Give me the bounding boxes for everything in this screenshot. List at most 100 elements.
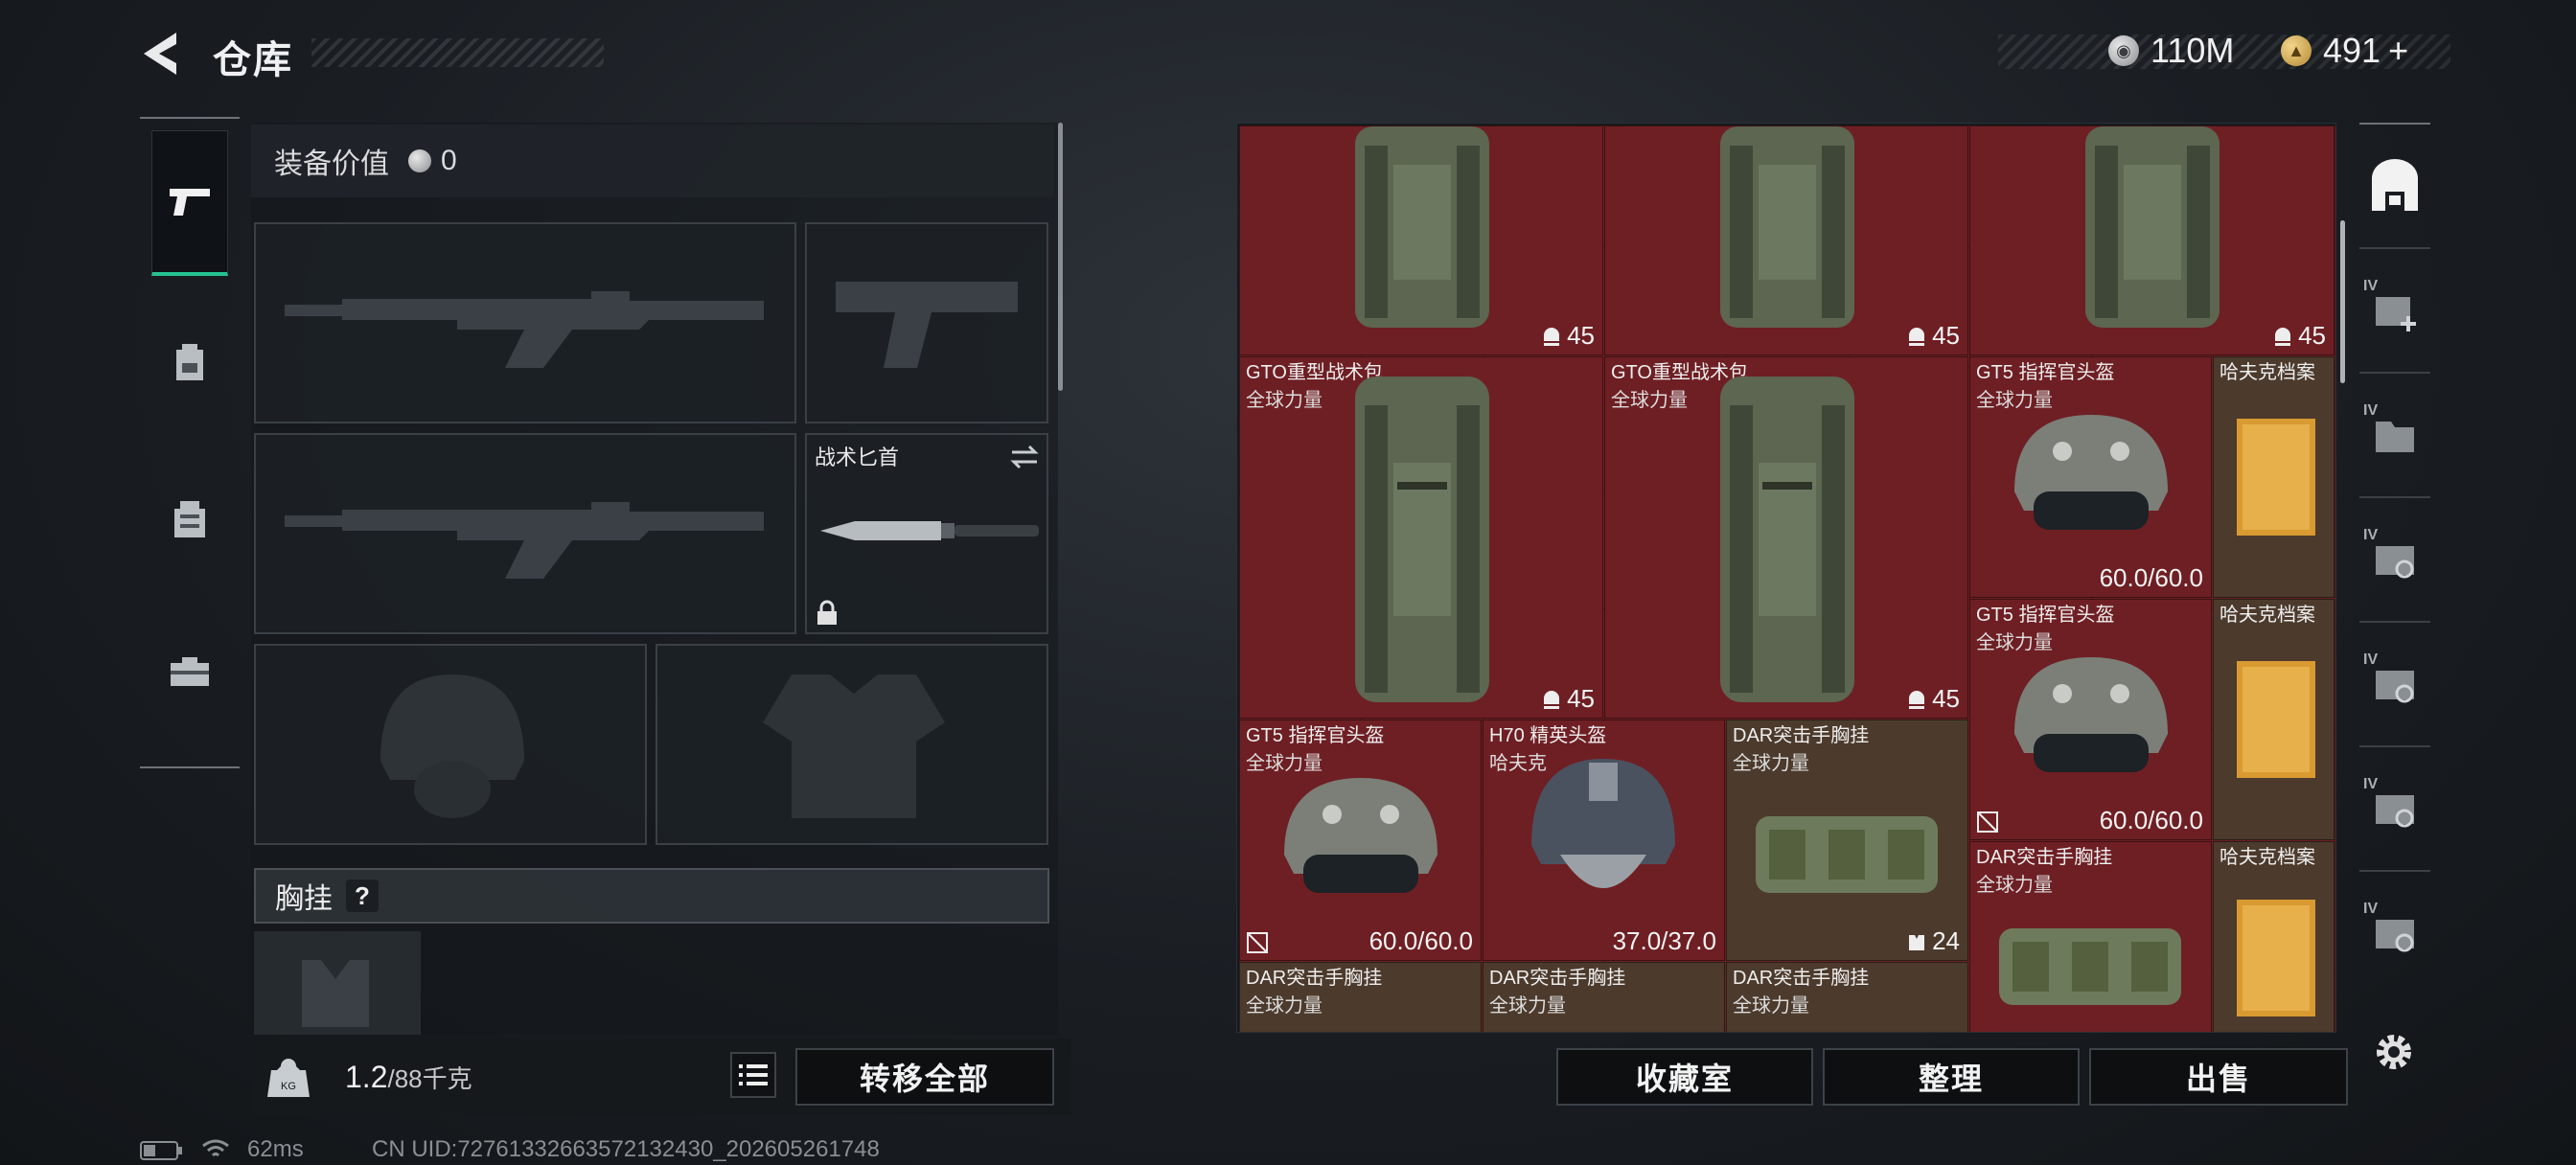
primary-weapon-slot[interactable] (254, 222, 796, 423)
capacity-icon (1909, 934, 1925, 950)
durability-icon (1909, 327, 1925, 346)
stash-tab-box-b[interactable]: IV (2359, 621, 2430, 745)
rail-tab-weapons[interactable] (151, 130, 228, 276)
silver-amount: 110M (2150, 31, 2235, 70)
stash-tab-tier: IV (2363, 776, 2379, 792)
stash-item-h70-helmet[interactable]: H70 精英头盔 哈夫克 37.0/37.0 (1483, 720, 1725, 961)
stash-tab-tier: IV (2363, 651, 2379, 668)
transfer-all-button[interactable]: 转移全部 (795, 1048, 1054, 1106)
stash-item-gto-backpack[interactable]: GTO重型战术包 全球力量 45 (1239, 356, 1603, 719)
gold-add-icon[interactable]: + (2388, 31, 2408, 71)
item-name: DAR突击手胸挂 (1246, 968, 1383, 989)
item-durability: 37.0/37.0 (1612, 926, 1716, 955)
svg-text:KG: KG (281, 1081, 296, 1092)
helmet-silhouette-icon (380, 674, 524, 818)
tactical-backpack-icon (1720, 377, 1854, 702)
stash-scrollbar[interactable] (2340, 220, 2345, 383)
rifle-silhouette-icon (285, 502, 764, 579)
item-durability: 60.0/60.0 (2099, 806, 2203, 834)
stash-tab-all[interactable] (2359, 123, 2430, 247)
rail-tab-toolbox[interactable] (151, 598, 228, 743)
item-faction: 全球力量 (1733, 753, 1809, 774)
loadout-scrollbar[interactable] (1058, 123, 1063, 391)
chest-rig-slot[interactable] (254, 931, 421, 1035)
stash-item-haavk-file[interactable]: 哈夫克档案 (2213, 841, 2334, 1032)
chest-rig-silhouette-icon (302, 960, 369, 1027)
uid-readout: CN UID:7276133266357213243​0_20260526174… (372, 1136, 880, 1162)
stash-grid: 45 45 45 GTO重型战术包 全球力量 45 GTO重型战术包 全球力量 … (1239, 126, 2335, 1032)
stash-item-dar-chest-rig[interactable]: DAR突击手胸挂 全球力量 (1239, 962, 1482, 1032)
silver-currency: ◉ 110M (2108, 29, 2234, 73)
item-faction: 全球力量 (1733, 995, 1809, 1017)
stash-item-dar-chest-rig[interactable]: DAR突击手胸挂 全球力量 (1969, 841, 2212, 1032)
tactical-backpack-icon (2085, 126, 2220, 328)
lock-icon (817, 600, 837, 625)
rail-tab-armor[interactable] (151, 446, 228, 592)
silver-coin-icon (408, 149, 431, 172)
wifi-icon (202, 1139, 229, 1157)
stash-tab-box-c[interactable]: IV (2359, 745, 2430, 870)
stash-tab-box-a[interactable]: IV (2359, 496, 2430, 621)
chest-rig-icon (1999, 928, 2181, 1005)
stash-tab-tier: IV (2363, 278, 2379, 294)
stash-item-dar-chest-rig[interactable]: DAR突击手胸挂 全球力量 24 (1726, 720, 1968, 961)
equip-value: 0 (441, 145, 457, 176)
help-icon[interactable]: ? (346, 879, 379, 912)
item-value: 45 (1567, 684, 1595, 713)
helmet-slot[interactable] (254, 644, 647, 845)
gold-currency[interactable]: ▲ 491 + (2281, 29, 2408, 73)
item-durability: 60.0/60.0 (2099, 563, 2203, 592)
stash-item-backpack[interactable]: 45 (1604, 126, 1968, 355)
item-faction: 全球力量 (1489, 995, 1566, 1017)
stash-item-dar-chest-rig[interactable]: DAR突击手胸挂 全球力量 (1726, 962, 1968, 1032)
knife-slot[interactable]: 战术匕首 (805, 433, 1048, 634)
stash-item-haavk-file[interactable]: 哈夫克档案 (2213, 599, 2334, 840)
no-insure-icon (1977, 811, 1998, 833)
stash-item-gto-backpack[interactable]: GTO重型战术包 全球力量 45 (1604, 356, 1968, 719)
equipment-value-bar: 装备价值 0 (251, 125, 1054, 197)
stash-tab-add[interactable]: IV (2359, 247, 2430, 372)
stash-item-gt5-helmet[interactable]: GT5 指挥官头盔 全球力量 60.0/60.0 (1239, 720, 1482, 961)
rifle-silhouette-icon (285, 291, 764, 368)
knife-label: 战术匕首 (815, 445, 900, 469)
chest-rig-icon (1756, 816, 1938, 893)
item-name: GT5 指挥官头盔 (1976, 362, 2115, 383)
item-name: H70 精英头盔 (1489, 725, 1607, 746)
item-value: 45 (1567, 321, 1595, 350)
battery-icon (140, 1141, 182, 1160)
gold-amount: 491 (2323, 31, 2381, 70)
stash-item-dar-chest-rig[interactable]: DAR突击手胸挂 全球力量 (1483, 962, 1725, 1032)
settings-gear-icon[interactable] (2367, 1025, 2421, 1079)
item-faction: 全球力量 (1246, 995, 1322, 1017)
stash-item-haavk-file[interactable]: 哈夫克档案 (2213, 356, 2334, 598)
item-name: DAR突击手胸挂 (1976, 847, 2113, 868)
rail-tab-backpack[interactable] (151, 289, 228, 435)
sell-button[interactable]: 出售 (2089, 1048, 2348, 1106)
stash-item-backpack[interactable]: 45 (1239, 126, 1603, 355)
stash-item-backpack[interactable]: 45 (1969, 126, 2334, 355)
swap-icon[interactable] (1008, 443, 1041, 471)
armor-silhouette-icon (763, 674, 945, 818)
back-arrow-icon[interactable] (134, 27, 188, 80)
durability-icon (1544, 690, 1560, 709)
list-icon (739, 1064, 768, 1085)
stash-tab-box-d[interactable]: IV (2359, 870, 2430, 994)
collection-room-button[interactable]: 收藏室 (1556, 1048, 1813, 1106)
item-faction: 全球力量 (1611, 390, 1688, 411)
stash-item-gt5-helmet[interactable]: GT5 指挥官头盔 全球力量 60.0/60.0 (1969, 599, 2212, 840)
item-name: 哈夫克档案 (2220, 605, 2315, 626)
item-name: GT5 指挥官头盔 (1976, 605, 2115, 626)
item-durability: 60.0/60.0 (1368, 926, 1473, 955)
sort-button[interactable]: 整理 (1823, 1048, 2080, 1106)
body-armor-slot[interactable] (656, 644, 1048, 845)
stash-item-gt5-helmet[interactable]: GT5 指挥官头盔 全球力量 60.0/60.0 (1969, 356, 2212, 598)
list-view-button[interactable] (730, 1052, 776, 1098)
secondary-weapon-slot[interactable] (805, 222, 1048, 423)
durability-icon (1544, 327, 1560, 346)
stash-tab-folder[interactable]: IV (2359, 372, 2430, 496)
item-name: GT5 指挥官头盔 (1246, 725, 1385, 746)
weight-icon: KG (259, 1048, 318, 1108)
helmet-icon (2014, 657, 2168, 772)
secondary-rifle-slot[interactable] (254, 433, 796, 634)
chest-rig-header: 胸挂 ? (254, 868, 1049, 924)
